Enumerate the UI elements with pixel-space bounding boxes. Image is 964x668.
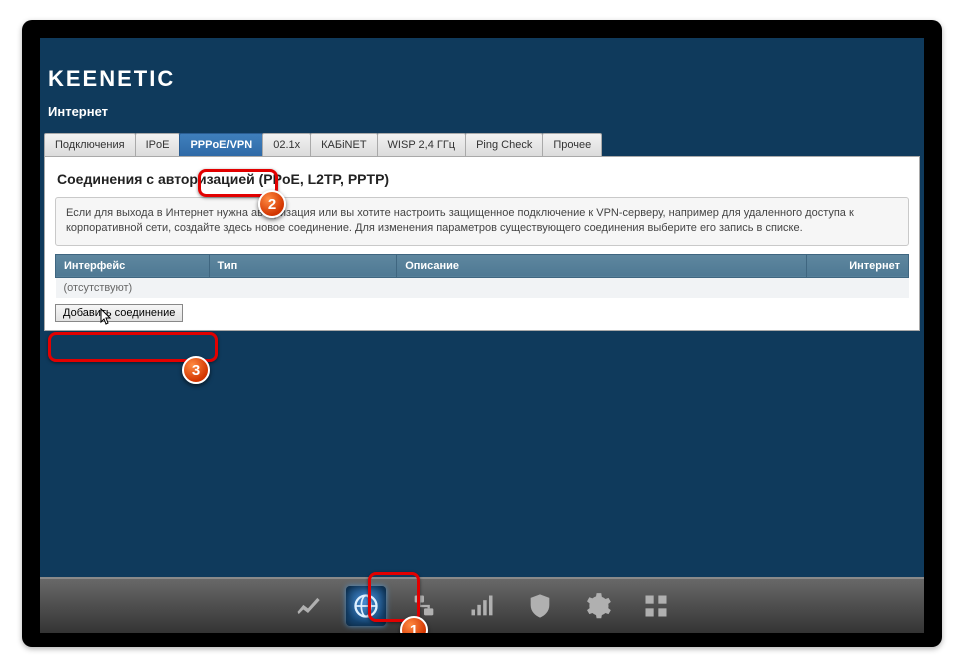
- monitor-base: [40, 633, 924, 647]
- col-type: Тип: [209, 254, 397, 277]
- tab-pingcheck[interactable]: Ping Check: [465, 133, 543, 156]
- add-connection-button[interactable]: Добавить соединение: [55, 304, 183, 322]
- tab-8021x[interactable]: 02.1x: [262, 133, 311, 156]
- tab-bar: Подключения IPoE PPPoE/VPN 02.1x КАБiNET…: [40, 133, 924, 156]
- panel-description: Если для выхода в Интернет нужна авториз…: [55, 197, 909, 246]
- nav-network-icon[interactable]: [404, 586, 444, 626]
- add-connection-label: Добавить соединение: [63, 307, 175, 319]
- screen: KEENETIC Интернет Подключения IPoE PPPoE…: [40, 38, 924, 633]
- tab-other[interactable]: Прочее: [542, 133, 602, 156]
- tab-wisp24[interactable]: WISP 2,4 ГГц: [377, 133, 467, 156]
- nav-wifi-icon[interactable]: [462, 586, 502, 626]
- content-panel: Соединения с авторизацией (PPoE, L2TP, P…: [44, 156, 920, 331]
- callout-box-3: [48, 332, 218, 362]
- empty-row-text: (отсутствуют): [56, 277, 909, 298]
- col-description: Описание: [397, 254, 806, 277]
- page-title: Интернет: [40, 92, 924, 133]
- monitor-frame: KEENETIC Интернет Подключения IPoE PPPoE…: [22, 20, 942, 647]
- nav-globe-icon[interactable]: [346, 586, 386, 626]
- bottom-nav: [40, 577, 924, 633]
- nav-monitor-icon[interactable]: [288, 586, 328, 626]
- nav-shield-icon[interactable]: [520, 586, 560, 626]
- tab-pppoe-vpn[interactable]: PPPoE/VPN: [179, 133, 263, 156]
- nav-apps-icon[interactable]: [636, 586, 676, 626]
- callout-badge-3: 3: [182, 356, 210, 384]
- col-interface: Интерфейс: [56, 254, 210, 277]
- nav-gear-icon[interactable]: [578, 586, 618, 626]
- tab-ipoe[interactable]: IPoE: [135, 133, 181, 156]
- table-row: (отсутствуют): [56, 277, 909, 298]
- tab-connections[interactable]: Подключения: [44, 133, 136, 156]
- col-internet: Интернет: [806, 254, 908, 277]
- tab-kabinet[interactable]: КАБiNET: [310, 133, 377, 156]
- connections-table: Интерфейс Тип Описание Интернет (отсутст…: [55, 254, 909, 298]
- brand-logo: KEENETIC: [40, 38, 924, 92]
- panel-title: Соединения с авторизацией (PPoE, L2TP, P…: [55, 167, 909, 197]
